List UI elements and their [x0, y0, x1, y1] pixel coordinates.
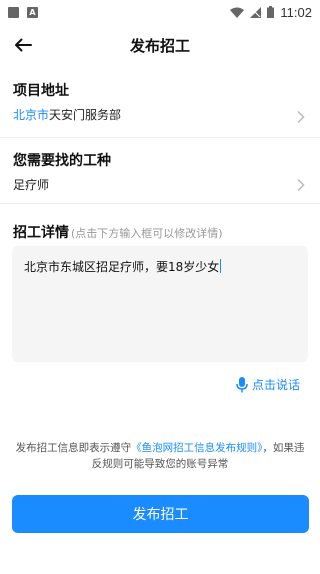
voice-input-button[interactable]: 点击说话: [236, 376, 300, 393]
detail-text: 北京市东城区招足疗师，要18岁少女: [24, 260, 220, 274]
back-button[interactable]: [10, 32, 36, 58]
rules-notice: 发布招工信息即表示遵守《鱼泡网招工信息发布规则》，如果违反规则可能导致您的账号异…: [14, 440, 306, 472]
chevron-right-icon: [297, 178, 305, 192]
publish-button-label: 发布招工: [132, 507, 189, 523]
rules-link[interactable]: 《鱼泡网招工信息发布规则》: [131, 442, 262, 454]
chevron-right-icon: [297, 110, 305, 124]
microphone-icon: [236, 376, 248, 392]
address-row[interactable]: 项目地址 北京市天安门服务部: [0, 66, 320, 138]
publish-button[interactable]: 发布招工: [12, 495, 309, 533]
arrow-left-icon: [15, 38, 32, 52]
job-type-row[interactable]: 您需要找的工种 足疗师: [0, 138, 320, 204]
status-left-icons: A: [8, 6, 38, 18]
job-type-label: 您需要找的工种: [13, 153, 111, 169]
notice-prefix: 发布招工信息即表示遵守: [15, 442, 132, 454]
address-city: 北京市: [13, 108, 50, 122]
page-title: 发布招工: [129, 36, 190, 55]
detail-hint: (点击下方输入框可以修改详情): [71, 227, 223, 240]
header: 发布招工: [0, 24, 320, 66]
wifi-icon: [230, 7, 245, 18]
status-time: 11:02: [280, 4, 312, 20]
detail-label: 招工详情: [13, 225, 69, 241]
status-right-icons: 11:02: [230, 5, 312, 20]
status-bar: A 11:02: [0, 0, 320, 24]
battery-icon: [267, 6, 275, 18]
job-type-value: 足疗师: [13, 178, 50, 192]
signal-icon: [250, 6, 262, 18]
app-a-icon: A: [27, 6, 38, 18]
address-label: 项目地址: [13, 83, 69, 99]
voice-input-label: 点击说话: [251, 378, 300, 392]
detail-title: 招工详情 (点击下方输入框可以修改详情): [13, 222, 223, 242]
notification-icon: [8, 6, 19, 18]
text-cursor: [220, 259, 222, 273]
detail-input[interactable]: 北京市东城区招足疗师，要18岁少女: [12, 246, 308, 362]
address-value: 北京市天安门服务部: [13, 106, 121, 123]
address-place: 天安门服务部: [49, 108, 122, 122]
